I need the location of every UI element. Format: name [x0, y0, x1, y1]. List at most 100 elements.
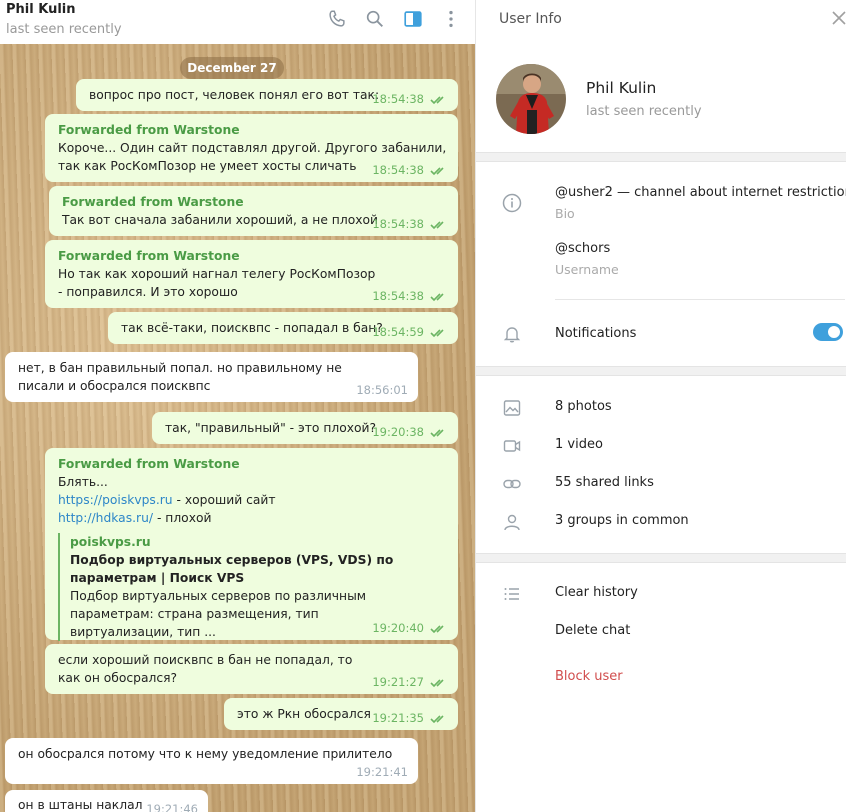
message-time: 19:21:35 [372, 711, 424, 725]
phone-icon[interactable] [326, 8, 348, 30]
read-ticks-icon [430, 428, 448, 438]
preview-site: poiskvps.ru [70, 535, 151, 549]
panel-title: User Info [499, 11, 562, 27]
chat-status: last seen recently [6, 22, 122, 37]
message-meta: 19:20:40 [372, 619, 448, 637]
bio-text: @usher2 — channel about internet restric… [555, 185, 846, 200]
block-user-button[interactable]: Block user [555, 669, 623, 684]
message-time: 18:54:59 [372, 325, 424, 339]
bio-label: Bio [555, 206, 575, 221]
media-videos[interactable]: 1 video [555, 437, 603, 452]
chat-pane: Phil Kulin last seen recently December 2… [0, 0, 475, 812]
notifications-toggle[interactable] [813, 323, 843, 341]
clear-history-button[interactable]: Clear history [555, 585, 638, 600]
username-label: Username [555, 262, 619, 277]
message-forwarded[interactable]: Forwarded from Warstone Так вот сначала … [49, 186, 458, 236]
message-incoming[interactable]: он обосрался потому что к нему уведомлен… [5, 738, 418, 784]
forwarded-from[interactable]: Forwarded from Warstone [62, 193, 450, 211]
close-icon[interactable] [831, 10, 846, 26]
message-meta: 18:54:38 [372, 161, 448, 179]
photo-icon [502, 398, 522, 418]
message-meta: 18:54:38 [372, 287, 448, 305]
groups-in-common[interactable]: 3 groups in common [555, 513, 689, 528]
message-outgoing[interactable]: так всё-таки, поисквпс - попадал в бан? … [108, 312, 458, 344]
message-time: 18:54:38 [372, 289, 424, 303]
notifications-label: Notifications [555, 326, 637, 341]
info-icon [502, 193, 522, 213]
link-suffix: - хороший сайт [172, 493, 276, 507]
section-divider [476, 366, 846, 376]
video-icon [502, 436, 522, 456]
message-time: 19:20:38 [372, 425, 424, 439]
message-forwarded[interactable]: Forwarded from Warstone Но так как хорош… [45, 240, 458, 308]
message-line: http://hdkas.ru/ - плохой [58, 509, 450, 527]
message-meta: 18:54:38 [372, 90, 448, 108]
chat-header: Phil Kulin last seen recently [0, 0, 475, 44]
message-outgoing[interactable]: если хороший поисквпс в бан не попадал, … [45, 644, 458, 694]
message-text: нет, в бан правильный попал. но правильн… [18, 361, 342, 393]
section-divider [476, 553, 846, 563]
message-outgoing[interactable]: вопрос про пост, человек понял его вот т… [76, 79, 458, 111]
message-forwarded[interactable]: Forwarded from Warstone Блять... https:/… [45, 448, 458, 641]
preview-description: Подбор виртуальных серверов по различным… [70, 589, 367, 639]
read-ticks-icon [430, 220, 448, 230]
avatar[interactable] [496, 64, 566, 134]
message-text: Блять... [58, 475, 108, 489]
link-icon [502, 474, 522, 494]
message-time: 19:21:46 [146, 802, 198, 812]
section-divider [476, 152, 846, 162]
message-time: 18:54:38 [372, 163, 424, 177]
forwarded-from[interactable]: Forwarded from Warstone [58, 121, 450, 139]
message-time: 18:54:38 [372, 92, 424, 106]
forwarded-from[interactable]: Forwarded from Warstone [58, 247, 450, 265]
sidebar-toggle-icon[interactable] [402, 8, 424, 30]
message-time: 19:20:40 [372, 621, 424, 635]
message-text: если хороший поисквпс в бан не попадал, … [58, 653, 353, 685]
date-separator: December 27 [180, 57, 284, 79]
read-ticks-icon [430, 95, 448, 105]
message-text: Но так как хороший нагнал телегу РосКомП… [58, 267, 376, 299]
username-text[interactable]: @schors [555, 241, 610, 256]
forwarded-from[interactable]: Forwarded from Warstone [58, 455, 450, 473]
user-info-panel: User Info Phil Kulin last seen recently … [475, 0, 846, 812]
media-photos[interactable]: 8 photos [555, 399, 612, 414]
search-icon[interactable] [364, 8, 386, 30]
message-time: 19:21:41 [356, 765, 408, 779]
message-meta: 18:54:59 [372, 323, 448, 341]
message-meta: 19:21:46 [146, 800, 198, 812]
user-status: last seen recently [586, 104, 702, 119]
bell-icon [502, 324, 522, 344]
row-divider [555, 299, 845, 300]
message-incoming[interactable]: нет, в бан правильный попал. но правильн… [5, 352, 418, 402]
message-meta: 19:20:38 [372, 423, 448, 441]
message-meta: 19:21:41 [356, 763, 408, 781]
message-meta: 18:56:01 [356, 381, 408, 399]
read-ticks-icon [430, 292, 448, 302]
read-ticks-icon [430, 714, 448, 724]
delete-chat-button[interactable]: Delete chat [555, 623, 630, 638]
link-poiskvps[interactable]: https://poiskvps.ru [58, 493, 173, 507]
read-ticks-icon [430, 678, 448, 688]
chat-title[interactable]: Phil Kulin [6, 2, 76, 17]
message-outgoing[interactable]: так, "правильный" - это плохой? 19:20:38 [152, 412, 458, 444]
media-links[interactable]: 55 shared links [555, 475, 654, 490]
preview-title: Подбор виртуальных серверов (VPS, VDS) п… [70, 553, 394, 585]
more-vertical-icon[interactable] [440, 8, 462, 30]
link-hdkas[interactable]: http://hdkas.ru/ [58, 511, 153, 525]
message-forwarded[interactable]: Forwarded from Warstone Короче... Один с… [45, 114, 458, 182]
read-ticks-icon [430, 328, 448, 338]
read-ticks-icon [430, 166, 448, 176]
message-meta: 19:21:35 [372, 709, 448, 727]
read-ticks-icon [430, 624, 448, 634]
message-time: 19:21:27 [372, 675, 424, 689]
user-name: Phil Kulin [586, 79, 657, 97]
message-meta: 18:54:38 [372, 215, 448, 233]
message-time: 18:54:38 [372, 217, 424, 231]
message-line: https://poiskvps.ru - хороший сайт [58, 491, 450, 509]
message-text: он обосрался потому что к нему уведомлен… [18, 747, 393, 761]
message-outgoing[interactable]: это ж Ркн обосрался 19:21:35 [224, 698, 458, 730]
list-icon [502, 584, 522, 604]
message-incoming[interactable]: он в штаны наклал 19:21:46 [5, 790, 208, 812]
message-time: 18:56:01 [356, 383, 408, 397]
toggle-knob [826, 324, 842, 340]
